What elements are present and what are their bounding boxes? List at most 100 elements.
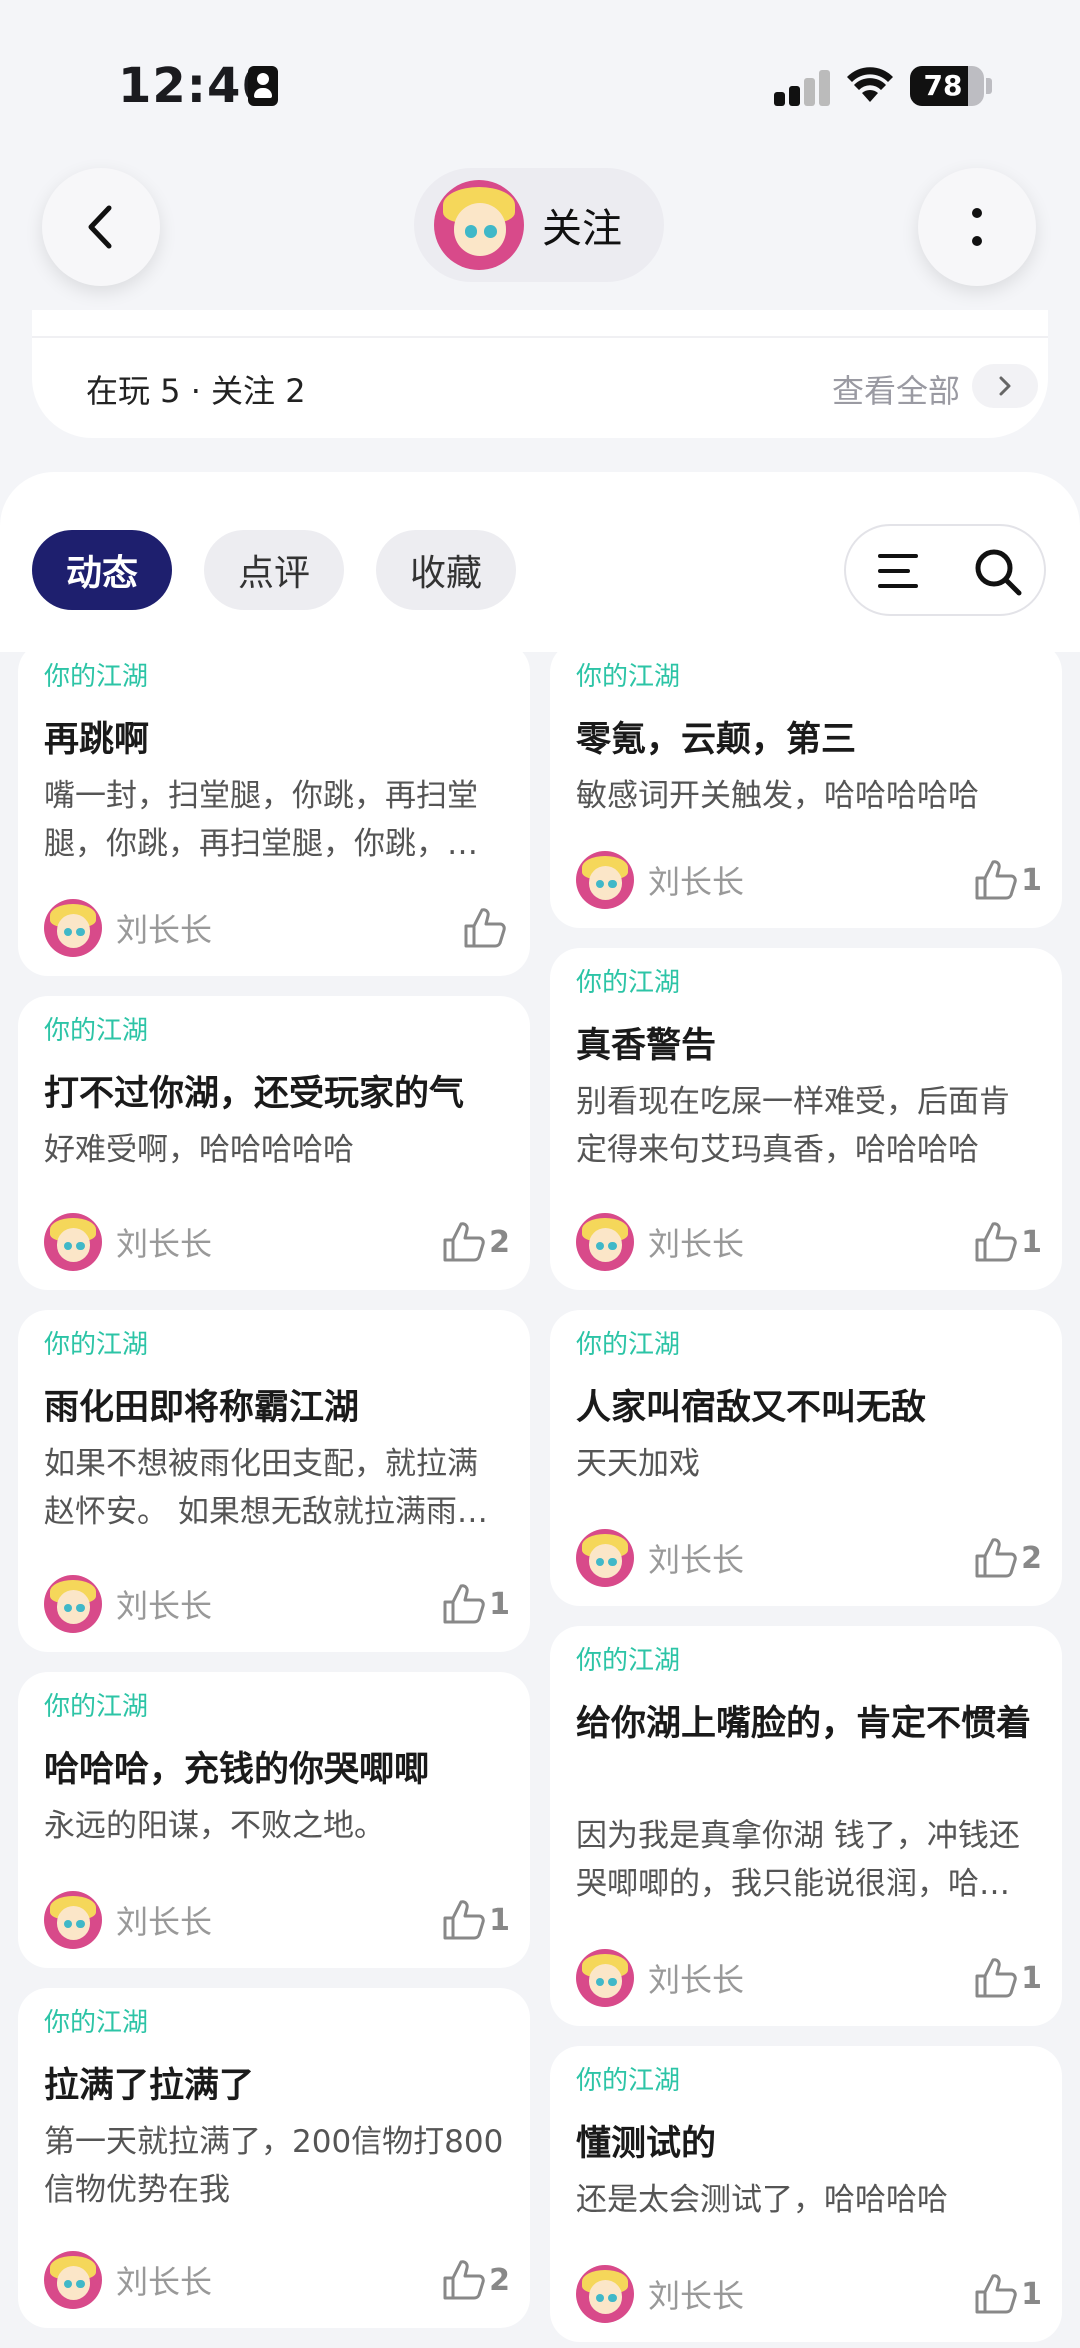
post-tag[interactable]: 你的江湖 (44, 1324, 148, 1361)
like-count: 2 (489, 1224, 510, 1260)
like-count: 2 (1021, 1540, 1042, 1576)
post-tag[interactable]: 你的江湖 (576, 656, 680, 693)
post-card[interactable]: 你的江湖 人家叫宿敌又不叫无敌 天天加戏 刘长长 2 (550, 1310, 1062, 1606)
post-title: 打不过你湖，还受玩家的气 (44, 1074, 465, 1114)
like-button[interactable]: 1 (973, 858, 1042, 902)
more-options-button[interactable] (918, 168, 1036, 286)
like-button[interactable]: 1 (973, 1956, 1042, 2000)
author-name[interactable]: 刘长长 (116, 2257, 212, 2303)
post-tag[interactable]: 你的江湖 (44, 1010, 148, 1047)
contact-card-icon (248, 66, 278, 106)
page: 12:46 78 关注 在玩 5 · 关注 2 查看全部 动态 点评 收藏 你的… (0, 0, 1080, 2348)
post-body: 敏感词开关触发，哈哈哈哈哈 (576, 778, 979, 814)
author-name[interactable]: 刘长长 (116, 1897, 212, 1943)
author-name[interactable]: 刘长长 (648, 1219, 744, 1265)
author-avatar[interactable] (44, 2251, 102, 2309)
post-card[interactable]: 你的江湖 雨化田即将称霸江湖 如果不想被雨化田支配，就拉满赵怀安。 如果想无敌就拉满… (18, 1310, 530, 1652)
author-avatar[interactable] (44, 1575, 102, 1633)
post-footer: 刘长长 2 (44, 1212, 510, 1272)
like-count: 1 (489, 1902, 510, 1938)
post-card[interactable]: 你的江湖 懂测试的 还是太会测试了，哈哈哈哈 刘长长 1 (550, 2046, 1062, 2342)
author-name[interactable]: 刘长长 (648, 1535, 744, 1581)
post-title: 给你湖上嘴脸的，肯定不惯着 (576, 1704, 1032, 1744)
post-tag[interactable]: 你的江湖 (44, 656, 148, 693)
post-tag[interactable]: 你的江湖 (576, 1324, 680, 1361)
author-avatar[interactable] (576, 851, 634, 909)
post-title: 人家叫宿敌又不叫无敌 (576, 1388, 927, 1428)
like-button[interactable]: 2 (973, 1536, 1042, 1580)
like-button[interactable] (462, 906, 510, 950)
post-body: 别看现在吃屎一样难受，后面肯定得来句艾玛真香，哈哈哈哈 (576, 1084, 1010, 1168)
post-body: 好难受啊，哈哈哈哈哈 (44, 1132, 354, 1168)
post-tag[interactable]: 你的江湖 (576, 1640, 680, 1677)
thumbs-up-icon (443, 1222, 485, 1262)
see-all-button[interactable] (972, 364, 1038, 408)
filter-icon[interactable] (878, 554, 918, 588)
author-name[interactable]: 刘长长 (116, 1219, 212, 1265)
tab-dynamics[interactable]: 动态 (32, 530, 172, 610)
like-count: 2 (489, 2262, 510, 2298)
author-name[interactable]: 刘长长 (648, 2271, 744, 2317)
post-tag[interactable]: 你的江湖 (44, 2002, 148, 2039)
author-avatar[interactable] (44, 899, 102, 957)
post-tag[interactable]: 你的江湖 (576, 2060, 680, 2097)
tab-favorites[interactable]: 收藏 (376, 530, 516, 610)
stats-card: 在玩 5 · 关注 2 查看全部 (32, 310, 1048, 438)
author-avatar[interactable] (44, 1891, 102, 1949)
author-name[interactable]: 刘长长 (116, 1581, 212, 1627)
post-card[interactable]: 你的江湖哈哈哈，充钱的你哭唧唧永远的阳谋，不败之地。刘长长 1 (18, 1672, 530, 1968)
like-button[interactable]: 1 (973, 1220, 1042, 1264)
post-footer: 刘长长 (44, 898, 510, 958)
wifi-icon (847, 67, 893, 102)
like-count: 1 (1021, 862, 1042, 898)
thumbs-up-icon (975, 860, 1017, 900)
post-card[interactable]: 你的江湖再跳啊嘴一封，扫堂腿，你跳，再扫堂腿，你跳，再扫堂腿，你跳，再扫堂腿刘长… (18, 642, 530, 976)
post-footer: 刘长长 1 (576, 1948, 1042, 2008)
author-avatar[interactable] (576, 2265, 634, 2323)
author-avatar[interactable] (576, 1213, 634, 1271)
more-vertical-icon (972, 208, 982, 246)
post-card[interactable]: 你的江湖零氪，云颠，第三敏感词开关触发，哈哈哈哈哈刘长长 1 (550, 642, 1062, 928)
chevron-right-icon (999, 376, 1011, 396)
author-name[interactable]: 刘长长 (648, 857, 744, 903)
post-card[interactable]: 你的江湖真香警告别看现在吃屎一样难受，后面肯定得来句艾玛真香，哈哈哈哈刘长长 1 (550, 948, 1062, 1290)
thumbs-up-icon (975, 1538, 1017, 1578)
thumbs-up-icon (975, 1222, 1017, 1262)
post-title: 哈哈哈，充钱的你哭唧唧 (44, 1750, 430, 1790)
author-avatar[interactable] (576, 1529, 634, 1587)
post-footer: 刘长长 1 (576, 2264, 1042, 2324)
search-icon[interactable] (972, 546, 1024, 598)
post-footer: 刘长长 1 (44, 1574, 510, 1634)
author-name[interactable]: 刘长长 (116, 905, 212, 951)
profile-title-pill[interactable]: 关注 (414, 168, 664, 282)
like-count: 1 (1021, 2276, 1042, 2312)
author-avatar[interactable] (44, 1213, 102, 1271)
thumbs-up-icon (443, 1900, 485, 1940)
post-card[interactable]: 你的江湖打不过你湖，还受玩家的气好难受啊，哈哈哈哈哈刘长长 2 (18, 996, 530, 1290)
post-body: 永远的阳谋，不败之地。 (44, 1808, 385, 1844)
author-name[interactable]: 刘长长 (648, 1955, 744, 2001)
post-footer: 刘长长 1 (44, 1890, 510, 1950)
thumbs-up-icon (975, 1958, 1017, 1998)
tab-reviews[interactable]: 点评 (204, 530, 344, 610)
post-title: 真香警告 (576, 1026, 717, 1066)
see-all-link[interactable]: 查看全部 (832, 366, 960, 412)
post-tag[interactable]: 你的江湖 (44, 1686, 148, 1723)
post-card[interactable]: 你的江湖 给你湖上嘴脸的，肯定不惯着 因为我是真拿你湖 钱了，冲钱还哭唧唧的，我只能… (550, 1626, 1062, 2026)
post-title: 零氪，云颠，第三 (576, 720, 857, 760)
post-card[interactable]: 你的江湖 拉满了拉满了 第一天就拉满了，200信物打800信物优势在我 刘长长 2 (18, 1988, 530, 2328)
avatar (434, 180, 524, 270)
post-body: 还是太会测试了，哈哈哈哈 (576, 2182, 948, 2218)
post-title: 雨化田即将称霸江湖 (44, 1388, 360, 1428)
like-button[interactable]: 1 (441, 1898, 510, 1942)
like-button[interactable]: 2 (441, 1220, 510, 1264)
like-button[interactable]: 1 (441, 1582, 510, 1626)
author-avatar[interactable] (576, 1949, 634, 2007)
thumbs-up-icon (464, 908, 506, 948)
back-button[interactable] (42, 168, 160, 286)
post-footer: 刘长长 1 (576, 1212, 1042, 1272)
like-button[interactable]: 2 (441, 2258, 510, 2302)
status-bar: 12:46 78 (0, 0, 1080, 150)
like-button[interactable]: 1 (973, 2272, 1042, 2316)
post-tag[interactable]: 你的江湖 (576, 962, 680, 999)
